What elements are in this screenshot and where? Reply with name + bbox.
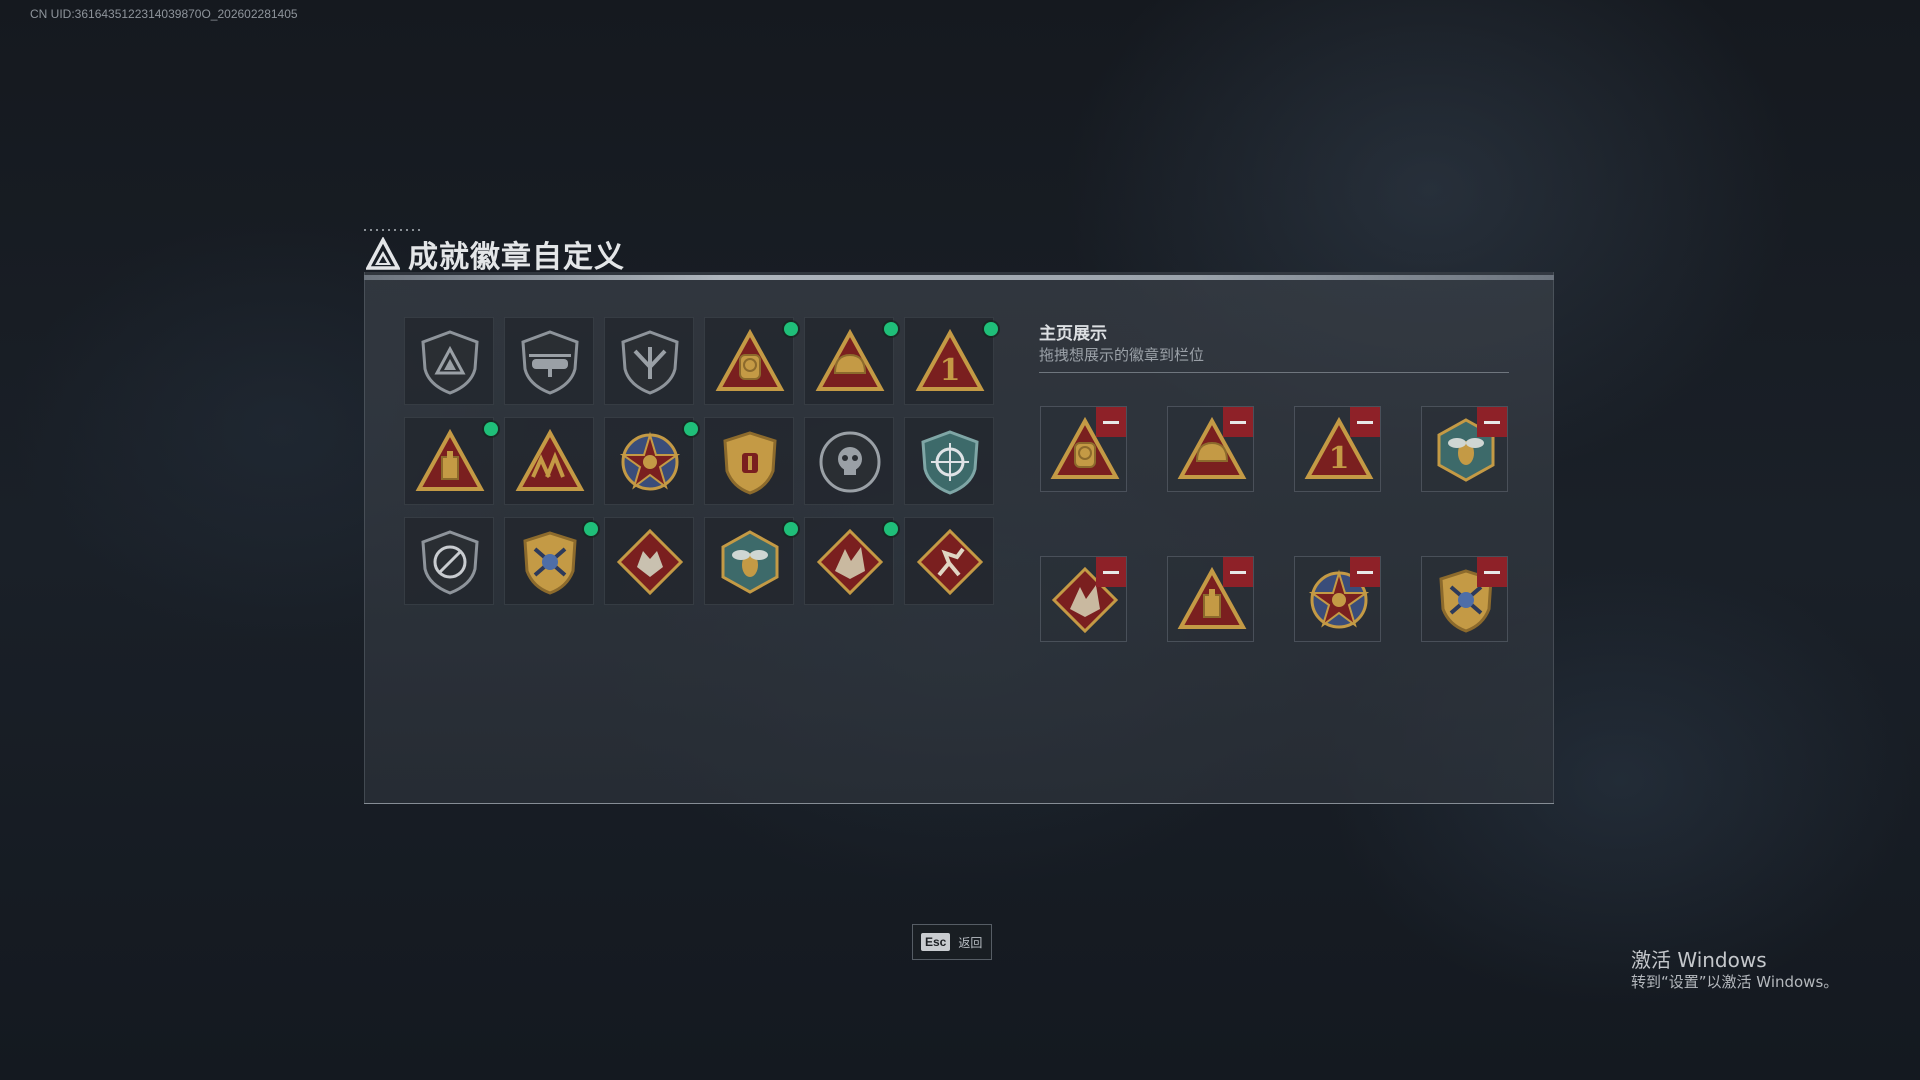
back-button[interactable]: Esc 返回 <box>912 924 992 960</box>
showcase-slot[interactable] <box>1167 406 1254 492</box>
new-indicator-dot <box>884 522 898 536</box>
helicopter-shield-badge-icon <box>521 330 579 395</box>
remove-badge-button[interactable] <box>1350 557 1380 587</box>
svg-text:1: 1 <box>1329 441 1350 476</box>
minus-icon <box>1357 420 1373 424</box>
minus-icon <box>1103 570 1119 574</box>
windows-activation-title: 激活 Windows <box>1631 948 1767 972</box>
badge-slot[interactable] <box>704 317 798 405</box>
minus-icon <box>1103 420 1119 424</box>
runner-diamond-badge-icon <box>916 528 984 596</box>
showcase-divider <box>1039 372 1509 373</box>
badge-slot[interactable] <box>504 317 594 405</box>
minus-icon <box>1357 570 1373 574</box>
showcase-slot[interactable] <box>1040 556 1127 642</box>
dragon-diamond-badge-icon <box>816 528 884 596</box>
panel-top-bar <box>364 275 1554 280</box>
new-indicator-dot <box>984 322 998 336</box>
uid-label: CN UID:3616435122314039870O_202602281405 <box>30 7 298 21</box>
star-medal-badge-icon <box>619 431 681 491</box>
tank-triangle-badge-icon <box>415 428 485 491</box>
showcase-slot[interactable] <box>1421 556 1508 642</box>
remove-badge-button[interactable] <box>1477 557 1507 587</box>
svg-text:1: 1 <box>940 353 961 388</box>
showcase-slot[interactable] <box>1167 556 1254 642</box>
back-label: 返回 <box>958 935 983 950</box>
badge-slot[interactable] <box>804 317 898 405</box>
showcase-subtitle: 拖拽想展示的徽章到栏位 <box>1039 346 1205 364</box>
triangle-logo-icon <box>366 237 400 270</box>
showcase-slot[interactable] <box>1294 556 1381 642</box>
panel-bottom-line <box>364 803 1554 804</box>
minus-icon <box>1230 570 1246 574</box>
minus-icon <box>1484 570 1500 574</box>
badge-slot[interactable]: 1 <box>904 317 998 405</box>
new-indicator-dot <box>784 522 798 536</box>
wasp-hex-badge-icon <box>721 530 779 594</box>
remove-badge-button[interactable] <box>1096 557 1126 587</box>
new-indicator-dot <box>484 422 498 436</box>
page-header: 成就徽章自定义 <box>366 232 625 276</box>
soldiers-triangle-badge-icon <box>515 428 585 491</box>
badge-slot[interactable] <box>404 317 494 405</box>
badge-slot[interactable] <box>604 317 694 405</box>
remove-badge-button[interactable] <box>1223 557 1253 587</box>
shield-triangle-badge-icon <box>421 330 479 395</box>
remove-badge-button[interactable] <box>1477 407 1507 437</box>
badge-slot[interactable] <box>704 417 794 505</box>
crosshair-shield-badge-icon <box>921 430 979 495</box>
esc-key-hint: Esc <box>921 933 951 951</box>
crest-badge-icon <box>723 431 777 495</box>
skull-round-badge-icon <box>819 431 881 493</box>
showcase-slots: 1 <box>1040 406 1508 642</box>
no-gun-shield-badge-icon <box>421 530 479 595</box>
showcase-slot[interactable]: 1 <box>1294 406 1381 492</box>
new-indicator-dot <box>884 322 898 336</box>
remove-badge-button[interactable] <box>1223 407 1253 437</box>
badge-slot[interactable] <box>804 517 898 605</box>
badge-slot[interactable] <box>404 517 494 605</box>
crossed-rifles-crest-badge-icon <box>523 531 577 595</box>
badge-collection-grid: 1 <box>404 317 998 605</box>
helmet-triangle-badge-icon <box>815 328 885 391</box>
winged-shield-badge-icon <box>621 330 679 395</box>
showcase-title: 主页展示 <box>1039 324 1107 344</box>
supply-bag-triangle-badge-icon <box>715 328 785 391</box>
new-indicator-dot <box>784 322 798 336</box>
title-decoration <box>364 229 420 231</box>
minus-icon <box>1230 420 1246 424</box>
badge-slot[interactable] <box>604 517 694 605</box>
badge-slot[interactable] <box>504 417 594 505</box>
badge-slot[interactable] <box>404 417 498 505</box>
page-title: 成就徽章自定义 <box>408 240 625 275</box>
badge-slot[interactable] <box>904 517 994 605</box>
badge-slot[interactable] <box>704 517 798 605</box>
wolf-diamond-badge-icon <box>616 528 684 596</box>
minus-icon <box>1484 420 1500 424</box>
windows-activation-hint: 转到“设置”以激活 Windows。 <box>1631 973 1839 991</box>
badge-slot[interactable] <box>504 517 598 605</box>
new-indicator-dot <box>684 422 698 436</box>
badge-slot[interactable] <box>604 417 698 505</box>
remove-badge-button[interactable] <box>1096 407 1126 437</box>
showcase-slot[interactable] <box>1421 406 1508 492</box>
new-indicator-dot <box>584 522 598 536</box>
showcase-slot[interactable] <box>1040 406 1127 492</box>
remove-badge-button[interactable] <box>1350 407 1380 437</box>
badge-slot[interactable] <box>804 417 894 505</box>
number-one-triangle-badge-icon: 1 <box>915 328 985 391</box>
badge-slot[interactable] <box>904 417 994 505</box>
